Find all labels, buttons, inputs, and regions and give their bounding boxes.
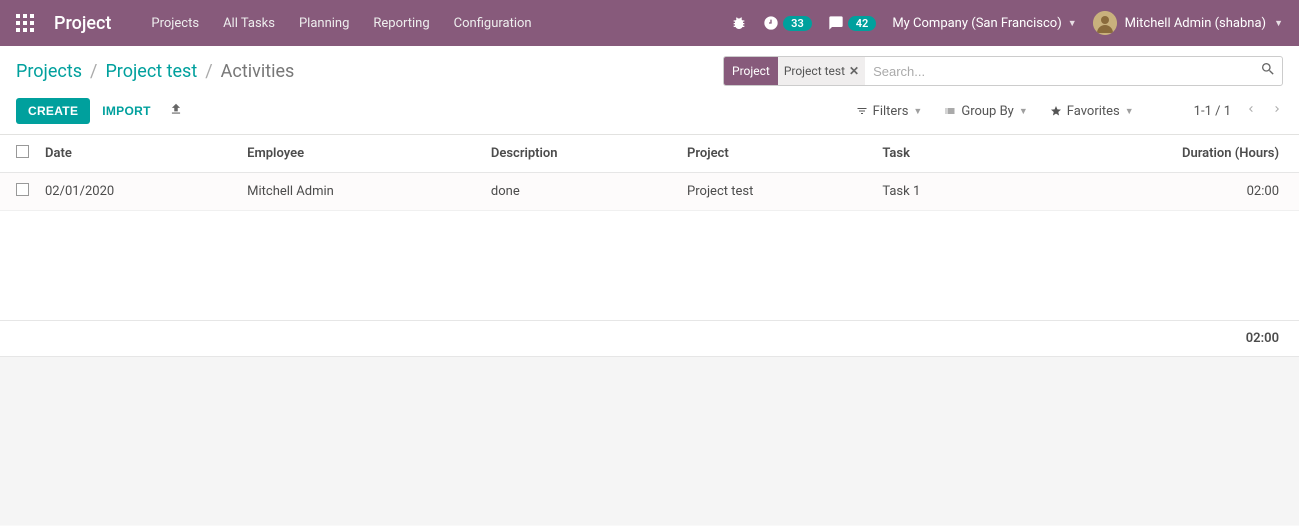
select-all-checkbox[interactable] [16, 145, 29, 158]
search-input[interactable] [865, 64, 1260, 79]
pager: 1-1 / 1 [1134, 103, 1283, 119]
facet-label: Project [724, 57, 778, 85]
nav-item-all-tasks[interactable]: All Tasks [223, 16, 275, 31]
header-checkbox-cell [0, 135, 37, 173]
search-options: Filters ▼ Group By ▼ Favorites ▼ [856, 104, 1134, 119]
cell-task: Task 1 [874, 173, 1002, 211]
funnel-icon [856, 105, 868, 117]
filters-label: Filters [873, 104, 909, 119]
facet-remove-icon[interactable]: ✕ [849, 64, 859, 78]
facet-value-wrap: Project test ✕ [778, 57, 865, 85]
table-footer: 02:00 [0, 321, 1299, 357]
app-brand[interactable]: Project [54, 13, 111, 34]
list-icon [944, 105, 956, 117]
header-duration[interactable]: Duration (Hours) [1002, 135, 1299, 173]
cell-project: Project test [679, 173, 874, 211]
cell-employee: Mitchell Admin [239, 173, 483, 211]
nav-menu: Projects All Tasks Planning Reporting Co… [151, 16, 531, 31]
chevron-right-icon [1271, 103, 1283, 115]
create-button[interactable]: CREATE [16, 98, 90, 124]
bug-icon[interactable] [731, 15, 747, 31]
filters-dropdown[interactable]: Filters ▼ [856, 104, 923, 119]
group-by-dropdown[interactable]: Group By ▼ [944, 104, 1027, 119]
caret-down-icon: ▼ [1274, 18, 1283, 29]
header-date[interactable]: Date [37, 135, 239, 173]
breadcrumb: Projects / Project test / Activities [16, 61, 294, 82]
caret-down-icon: ▼ [1019, 106, 1028, 117]
list-view: Date Employee Description Project Task D… [0, 135, 1299, 357]
table-row[interactable]: 02/01/2020 Mitchell Admin done Project t… [0, 173, 1299, 211]
table-header-row: Date Employee Description Project Task D… [0, 135, 1299, 173]
breadcrumb-project-test[interactable]: Project test [105, 61, 197, 82]
total-duration: 02:00 [1246, 331, 1279, 346]
blank-rows [0, 211, 1299, 321]
activities-button[interactable]: 33 [763, 15, 812, 31]
nav-right: 33 42 My Company (San Francisco) ▼ Mitch… [731, 11, 1283, 35]
breadcrumb-separator: / [90, 61, 97, 82]
search-bar: Project Project test ✕ [723, 56, 1283, 86]
pager-next[interactable] [1271, 103, 1283, 119]
breadcrumb-current: Activities [221, 61, 295, 82]
nav-item-configuration[interactable]: Configuration [454, 16, 532, 31]
row-checkbox-cell [0, 173, 37, 211]
chevron-left-icon [1245, 103, 1257, 115]
caret-down-icon: ▼ [1125, 106, 1134, 117]
favorites-dropdown[interactable]: Favorites ▼ [1050, 104, 1134, 119]
pager-prev[interactable] [1245, 103, 1257, 119]
messages-badge: 42 [848, 16, 877, 31]
row-checkbox[interactable] [16, 183, 29, 196]
cell-duration: 02:00 [1002, 173, 1299, 211]
favorites-label: Favorites [1067, 104, 1120, 119]
company-name: My Company (San Francisco) [892, 16, 1061, 31]
bottom-space [0, 357, 1299, 525]
nav-item-projects[interactable]: Projects [151, 16, 199, 31]
messages-button[interactable]: 42 [828, 15, 877, 31]
upload-icon[interactable] [169, 102, 183, 120]
user-name: Mitchell Admin (shabna) [1125, 16, 1266, 31]
facet-value: Project test [784, 64, 845, 78]
star-icon [1050, 105, 1062, 117]
activities-badge: 33 [783, 16, 812, 31]
search-icon[interactable] [1260, 61, 1276, 81]
header-project[interactable]: Project [679, 135, 874, 173]
header-employee[interactable]: Employee [239, 135, 483, 173]
search-facet: Project Project test ✕ [724, 57, 865, 85]
nav-item-planning[interactable]: Planning [299, 16, 349, 31]
user-menu[interactable]: Mitchell Admin (shabna) ▼ [1093, 11, 1283, 35]
import-button[interactable]: IMPORT [90, 98, 162, 124]
company-switcher[interactable]: My Company (San Francisco) ▼ [892, 16, 1076, 31]
header-description[interactable]: Description [483, 135, 679, 173]
cell-description: done [483, 173, 679, 211]
avatar [1093, 11, 1117, 35]
pager-value[interactable]: 1-1 / 1 [1194, 104, 1231, 119]
caret-down-icon: ▼ [1068, 18, 1077, 29]
apps-icon[interactable] [16, 14, 34, 32]
top-navbar: Project Projects All Tasks Planning Repo… [0, 0, 1299, 46]
activity-table: Date Employee Description Project Task D… [0, 135, 1299, 211]
breadcrumb-separator: / [205, 61, 212, 82]
header-task[interactable]: Task [874, 135, 1002, 173]
caret-down-icon: ▼ [913, 106, 922, 117]
nav-item-reporting[interactable]: Reporting [373, 16, 429, 31]
cell-date: 02/01/2020 [37, 173, 239, 211]
control-panel: Projects / Project test / Activities Pro… [0, 46, 1299, 135]
breadcrumb-projects[interactable]: Projects [16, 61, 82, 82]
group-by-label: Group By [961, 104, 1014, 119]
